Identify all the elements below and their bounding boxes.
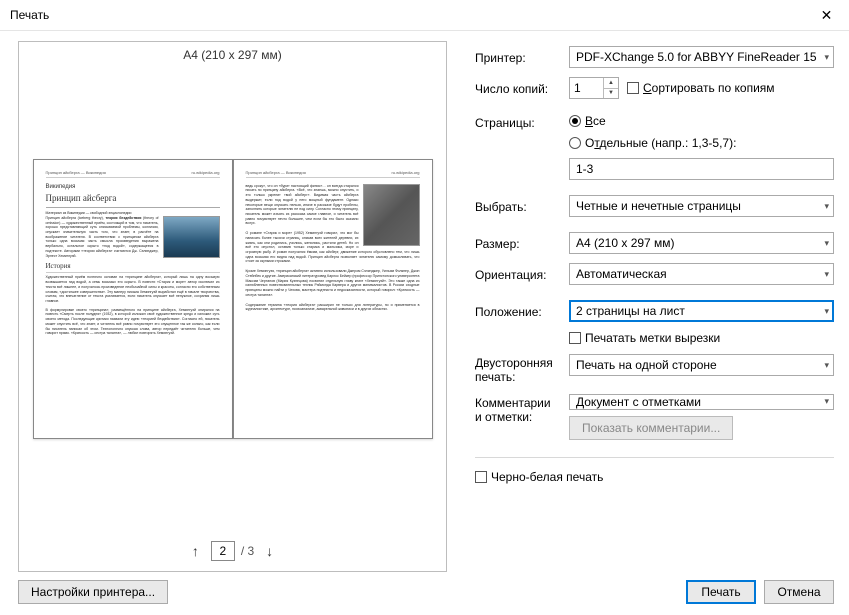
position-label: Положение: (475, 303, 559, 319)
duplex-combo[interactable]: Печать на одной стороне ▾ (569, 354, 834, 376)
show-comments-button[interactable]: Показать комментарии... (569, 416, 733, 440)
chevron-down-icon: ▾ (820, 238, 829, 249)
comments-label: Комментарии и отметки: (475, 394, 559, 425)
crop-marks-checkbox[interactable]: Печатать метки вырезки (569, 331, 720, 345)
printer-settings-button[interactable]: Настройки принтера... (18, 580, 168, 604)
print-button[interactable]: Печать (686, 580, 756, 604)
select-combo[interactable]: Четные и нечетные страницы ▾ (569, 195, 834, 217)
preview-caption: A4 (210 x 297 мм) (19, 42, 446, 66)
doc-title: Принцип айсберга (46, 193, 220, 208)
chevron-down-icon: ▾ (820, 306, 829, 317)
spin-up-icon[interactable]: ▲ (604, 78, 618, 89)
close-button[interactable]: ✕ (804, 0, 849, 30)
select-label: Выбрать: (475, 198, 559, 214)
copies-label: Число копий: (475, 80, 559, 96)
chevron-down-icon: ▾ (820, 360, 829, 371)
position-combo[interactable]: 2 страницы на лист ▾ (569, 300, 834, 322)
orientation-combo[interactable]: Автоматическая ▾ (569, 263, 834, 285)
iceberg-image (163, 216, 220, 258)
orientation-label: Ориентация: (475, 266, 559, 282)
separator (475, 457, 834, 458)
pages-range-radio[interactable]: Отдельные (напр.: 1,3-5,7): (569, 136, 834, 150)
spin-down-icon[interactable]: ▼ (604, 89, 618, 99)
size-combo[interactable]: A4 (210 x 297 мм) ▾ (569, 232, 834, 254)
doc-site: Википедия (46, 184, 220, 192)
chevron-down-icon: ▾ (820, 201, 829, 212)
print-preview: A4 (210 x 297 мм) Принцип айсберга — Вик… (18, 41, 447, 572)
printer-combo[interactable]: PDF-XChange 5.0 for ABBYY FineReader 15 … (569, 46, 834, 68)
cancel-button[interactable]: Отмена (764, 580, 834, 604)
collate-checkbox[interactable]: ССортировать по копиямортировать по копи… (627, 81, 775, 95)
pages-range-input[interactable]: 1-3 (569, 158, 834, 180)
pages-all-radio[interactable]: Все (569, 114, 834, 128)
chevron-down-icon: ▾ (820, 52, 829, 63)
chevron-down-icon: ▾ (820, 269, 829, 280)
page-number-input[interactable] (211, 541, 235, 561)
comments-combo[interactable]: Документ с отметками ▾ (569, 394, 834, 410)
copies-spinner[interactable]: 1 ▲▼ (569, 77, 619, 99)
author-photo (363, 184, 420, 246)
duplex-label: Двусторонняя печать: (475, 354, 559, 385)
pages-label: Страницы: (475, 114, 559, 130)
titlebar: Печать ✕ (0, 0, 849, 31)
page-back-icon[interactable]: ↑ (186, 541, 205, 561)
pager: ↑ / 3 ↓ (19, 531, 446, 571)
preview-page-right: Принцип айсберга — Википедияru.wikipedia… (233, 159, 433, 439)
printer-label: Принтер: (475, 49, 559, 65)
window-title: Печать (10, 8, 804, 22)
section-history: История (46, 262, 220, 273)
page-total: / 3 (241, 544, 254, 558)
bw-checkbox[interactable]: Черно-белая печать (475, 470, 603, 484)
preview-page-left: Принцип айсберга — Википедияru.wikipedia… (33, 159, 233, 439)
chevron-down-icon: ▾ (820, 396, 829, 407)
size-label: Размер: (475, 235, 559, 251)
page-forward-icon[interactable]: ↓ (260, 541, 279, 561)
